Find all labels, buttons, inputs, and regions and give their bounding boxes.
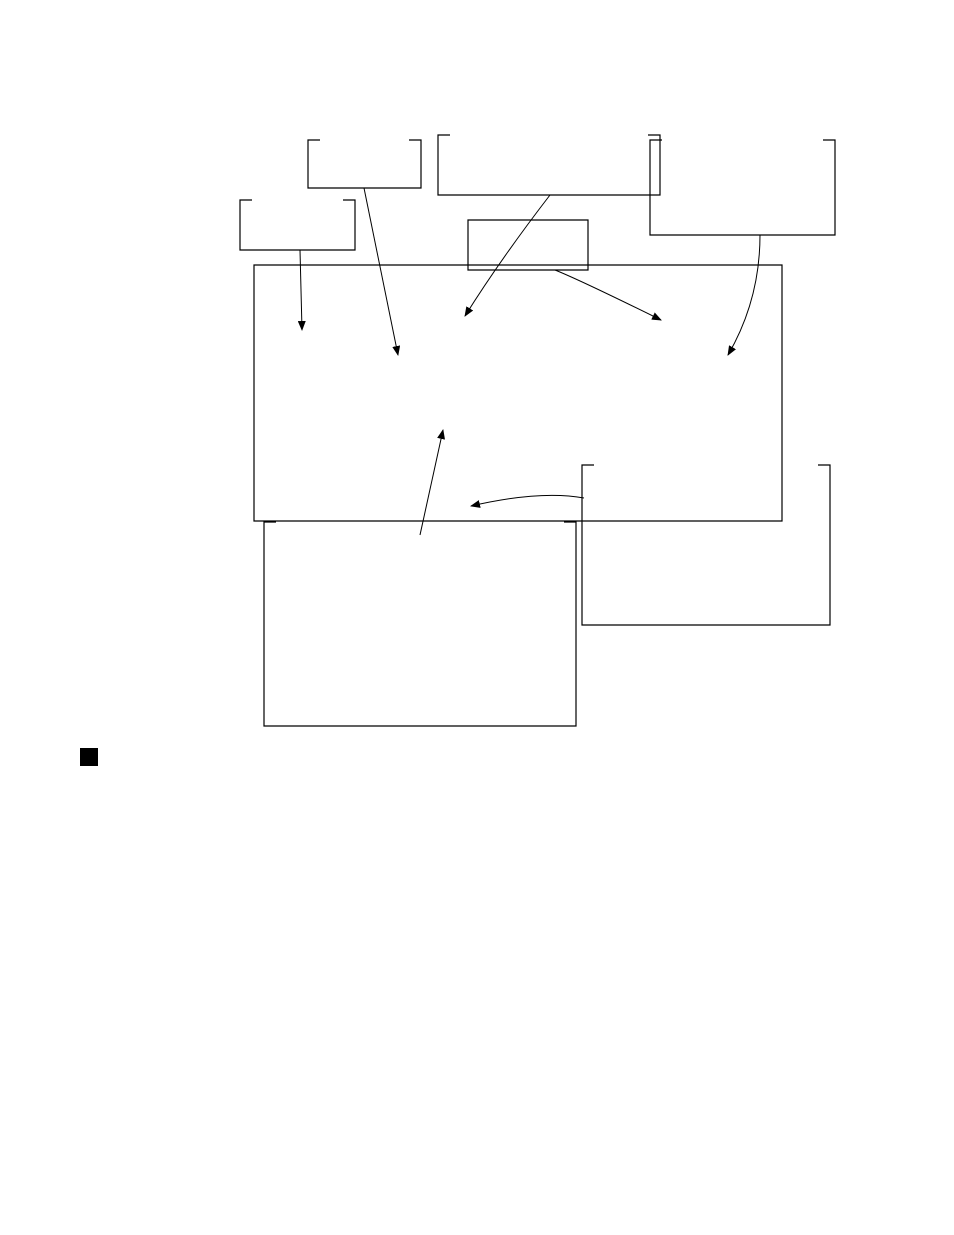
- box-top-small-4: [240, 200, 355, 250]
- arrow-0: [300, 250, 302, 330]
- diagram-stage: [0, 0, 954, 1235]
- arrow-5: [420, 430, 443, 535]
- arrow-4: [728, 235, 760, 355]
- box-top-small-2: [438, 135, 660, 195]
- box-top-small-3: [650, 140, 835, 235]
- arrow-1: [364, 188, 398, 355]
- diagram-svg: [0, 0, 954, 1235]
- box-big-main: [254, 265, 782, 521]
- boxes-group: [240, 135, 835, 726]
- box-top-small-1: [308, 140, 421, 188]
- box-mid-right: [582, 465, 830, 625]
- box-top-small-5: [468, 220, 588, 270]
- arrows-group: [300, 188, 760, 535]
- arrow-6: [471, 495, 584, 506]
- arrow-2: [465, 195, 550, 316]
- box-bottom-big: [264, 522, 576, 726]
- solid-square-icon: [80, 748, 98, 766]
- arrow-3: [555, 270, 661, 320]
